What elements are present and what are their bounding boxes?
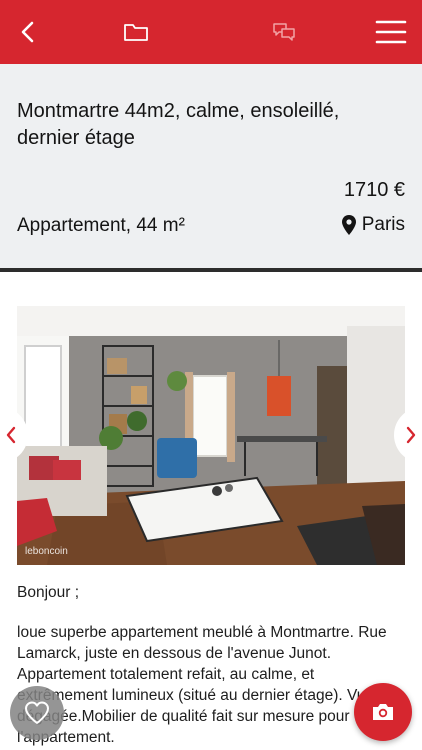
location-pin-icon xyxy=(341,215,356,235)
location-label: Paris xyxy=(361,214,405,235)
listing-price: 1710 € xyxy=(343,179,405,201)
listing-title: Montmartre 44m2, calme, ensoleillé, dern… xyxy=(17,100,340,149)
listing-photo[interactable]: leboncoin xyxy=(17,306,405,565)
chevron-right-icon xyxy=(406,426,416,444)
messages-button[interactable] xyxy=(264,0,304,64)
listing-description: Bonjour ; loue superbe appartement meubl… xyxy=(17,582,407,750)
apartment-photo-image xyxy=(17,306,405,565)
chevron-left-icon xyxy=(6,426,16,444)
listing-location: Paris xyxy=(341,214,405,236)
hamburger-menu-icon xyxy=(375,20,407,44)
chevron-left-icon xyxy=(21,21,34,43)
camera-icon xyxy=(373,704,393,720)
folder-icon xyxy=(124,24,148,41)
folder-button[interactable] xyxy=(116,0,156,64)
photo-watermark: leboncoin xyxy=(25,546,68,557)
favorite-button[interactable] xyxy=(10,686,64,740)
listing-type-size: Appartement, 44 m² xyxy=(17,215,185,236)
header-divider xyxy=(0,268,422,272)
heart-icon xyxy=(25,701,49,724)
description-greeting: Bonjour ; xyxy=(17,584,80,601)
photos-button[interactable] xyxy=(354,683,412,741)
menu-button[interactable] xyxy=(366,0,416,64)
chat-icon xyxy=(273,23,295,41)
back-button[interactable] xyxy=(8,0,48,64)
listing-header: Montmartre 44m2, calme, ensoleillé, dern… xyxy=(0,64,422,268)
description-body: loue superbe appartement meublé à Montma… xyxy=(17,624,387,746)
top-bar xyxy=(0,0,422,64)
